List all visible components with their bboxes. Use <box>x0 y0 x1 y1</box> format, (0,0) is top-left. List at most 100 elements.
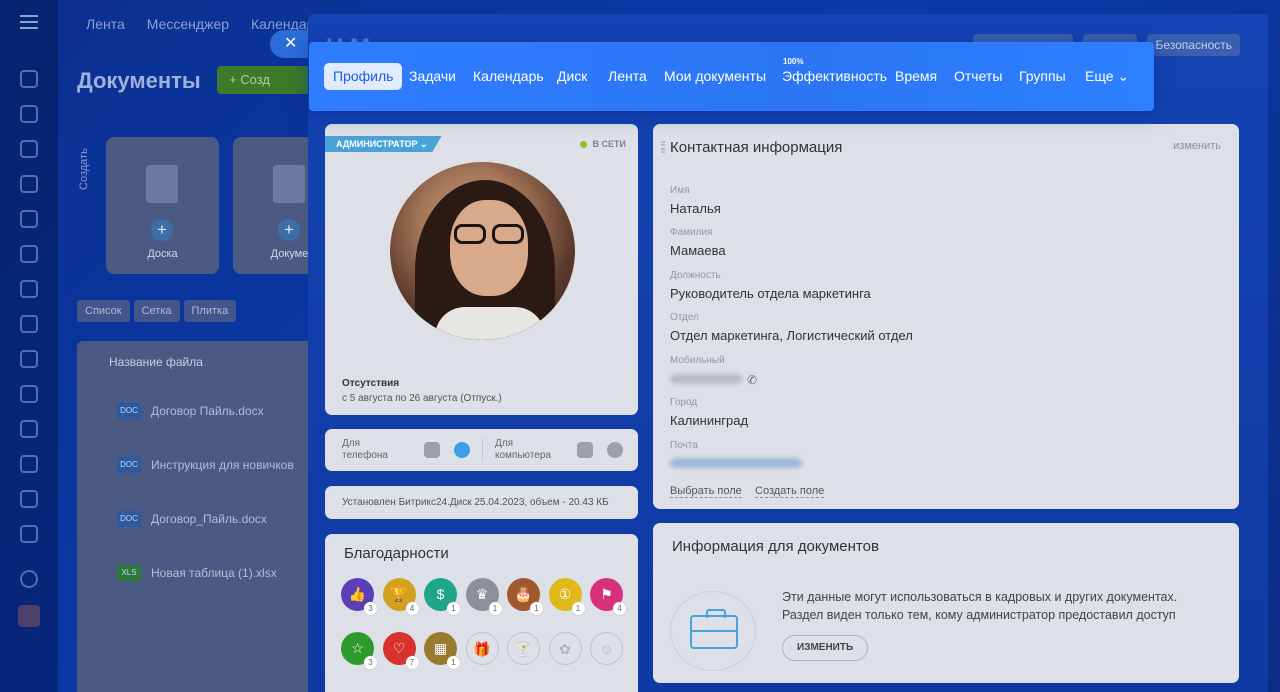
sidebar-icon-sites[interactable] <box>20 490 38 508</box>
sidebar-icon-pulse[interactable] <box>20 70 38 88</box>
file-name[interactable]: Договор Пайль.docx <box>151 404 264 418</box>
sidebar-icon-sign[interactable] <box>20 350 38 368</box>
absence-title: Отсутствия <box>342 378 400 389</box>
desktop-apps-label: Для компьютера <box>495 438 551 461</box>
doc-file-icon <box>273 165 305 203</box>
sidebar-icon-cart[interactable] <box>20 525 38 543</box>
android-icon[interactable] <box>424 442 440 458</box>
sidebar-icon-report[interactable] <box>20 420 38 438</box>
field-value-mobile-blurred[interactable] <box>670 374 742 384</box>
create-field-link[interactable]: Создать поле <box>755 485 825 498</box>
avatar-glasses <box>452 224 528 246</box>
edit-documents-info-button[interactable]: ИЗМЕНИТЬ <box>782 635 869 661</box>
tab-my-documents[interactable]: Мои документы <box>655 63 775 90</box>
sidebar-icon-app[interactable] <box>18 605 40 627</box>
gift-icon[interactable]: 🎁 <box>465 632 499 665</box>
divider <box>482 438 483 462</box>
tab-feed[interactable]: Лента <box>599 63 656 90</box>
tab-groups[interactable]: Группы <box>1010 63 1075 90</box>
list-item[interactable]: DOC Договор_Пайль.docx <box>117 511 267 527</box>
tab-time[interactable]: Время <box>886 63 946 90</box>
field-value-email-blurred[interactable] <box>670 458 802 468</box>
security-button[interactable]: Безопасность <box>1147 34 1240 56</box>
badge-count: 1 <box>447 656 460 669</box>
menu-icon[interactable] <box>20 15 38 29</box>
list-item[interactable]: XLS Новая таблица (1).xlsx <box>117 565 277 581</box>
tab-efficiency[interactable]: Эффективность <box>773 63 896 90</box>
online-dot-icon <box>579 140 587 148</box>
page-title: Документы <box>77 68 201 93</box>
online-status: В СЕТИ <box>579 139 626 149</box>
field-value-first-name: Наталья <box>670 201 721 216</box>
sidebar-icon-calendar[interactable] <box>20 175 38 193</box>
crown-icon[interactable]: ♛ 1 <box>465 578 502 615</box>
tab-profile[interactable]: Профиль <box>324 63 403 90</box>
windows-icon[interactable] <box>577 442 593 458</box>
field-label-first-name: Имя <box>670 185 690 196</box>
file-name[interactable]: Договор_Пайль.docx <box>151 512 267 526</box>
calendar-icon[interactable]: ▦ 1 <box>424 632 460 669</box>
cake-icon[interactable]: 🎂 1 <box>507 578 543 615</box>
badge-count: 3 <box>364 602 377 615</box>
sidebar-icon-checklist[interactable] <box>20 385 38 403</box>
star-icon[interactable]: ☆ 3 <box>341 632 377 669</box>
badge-count: 1 <box>447 602 460 615</box>
doc-type-icon: DOC <box>117 403 141 419</box>
flower-icon[interactable]: ✿ <box>548 632 582 665</box>
appstore-icon[interactable] <box>454 442 470 458</box>
tab-disk[interactable]: Диск <box>548 63 596 90</box>
list-item[interactable]: DOC Договор Пайль.docx <box>117 403 264 419</box>
column-header-name[interactable]: Название файла <box>109 355 203 369</box>
file-name[interactable]: Инструкция для новичков <box>151 458 294 472</box>
phone-apps-label: Для телефона <box>342 438 388 461</box>
view-tab-tiles[interactable]: Плитка <box>183 300 237 322</box>
view-tab-grid[interactable]: Сетка <box>133 300 180 322</box>
apple-icon[interactable] <box>607 442 623 458</box>
sidebar-icon-chat[interactable] <box>20 140 38 158</box>
sidebar-icon-store[interactable] <box>20 455 38 473</box>
top-nav-feed[interactable]: Лента <box>86 16 125 32</box>
avatar[interactable] <box>390 162 575 340</box>
like-icon[interactable]: 👍 3 <box>341 578 377 615</box>
field-label-position: Должность <box>670 270 721 281</box>
edit-contact-link[interactable]: изменить <box>1173 140 1221 152</box>
field-label-department: Отдел <box>670 312 699 323</box>
sidebar-icon-crm[interactable] <box>20 280 38 298</box>
online-status-label: В СЕТИ <box>592 139 626 149</box>
heart-icon[interactable]: ♡ 7 <box>382 632 419 669</box>
badge-count: 7 <box>405 656 419 669</box>
sidebar-icon-mail[interactable] <box>20 245 38 263</box>
phone-call-icon[interactable]: ✆ <box>747 373 757 387</box>
sidebar-icon-settings[interactable] <box>20 570 38 588</box>
board-file-icon <box>146 165 178 203</box>
contact-card: Контактная информация изменить Имя Натал… <box>653 124 1239 509</box>
coin-icon[interactable]: ①1 <box>548 578 585 615</box>
field-value-position: Руководитель отдела маркетинга <box>670 286 871 301</box>
view-tab-list[interactable]: Список <box>77 300 130 322</box>
sidebar-icon-contacts[interactable] <box>20 315 38 333</box>
role-badge[interactable]: АДМИНИСТРАТОР ⌄ <box>325 136 442 152</box>
avatar-face <box>450 200 528 296</box>
tab-calendar[interactable]: Календарь <box>464 63 553 90</box>
sidebar-icon-docs[interactable] <box>20 210 38 228</box>
field-value-last-name: Мамаева <box>670 243 726 258</box>
briefcase-illustration <box>670 591 756 671</box>
trophy-icon[interactable]: 🏆 4 <box>382 578 419 615</box>
top-nav-messenger[interactable]: Мессенджер <box>147 16 229 32</box>
drag-handle-icon[interactable] <box>661 141 665 153</box>
sidebar-icon-tasks[interactable] <box>20 105 38 123</box>
contact-title: Контактная информация <box>670 139 843 156</box>
list-item[interactable]: DOC Инструкция для новичков <box>117 457 294 473</box>
create-board-card[interactable]: + Доска <box>106 137 219 274</box>
select-field-link[interactable]: Выбрать поле <box>670 485 742 498</box>
smile-icon[interactable]: ☺ <box>590 632 623 665</box>
tab-more[interactable]: Еще ⌄ <box>1076 63 1138 90</box>
tab-tasks[interactable]: Задачи <box>400 63 465 90</box>
close-slider-icon[interactable]: ✕ <box>270 30 308 58</box>
cocktail-icon[interactable]: 🍸 <box>507 632 540 665</box>
field-label-email: Почта <box>670 440 698 451</box>
money-icon[interactable]: $1 <box>424 578 460 615</box>
flag-icon[interactable]: ⚑ 4 <box>590 578 626 615</box>
tab-reports[interactable]: Отчеты <box>945 63 1011 90</box>
file-name[interactable]: Новая таблица (1).xlsx <box>151 566 277 580</box>
